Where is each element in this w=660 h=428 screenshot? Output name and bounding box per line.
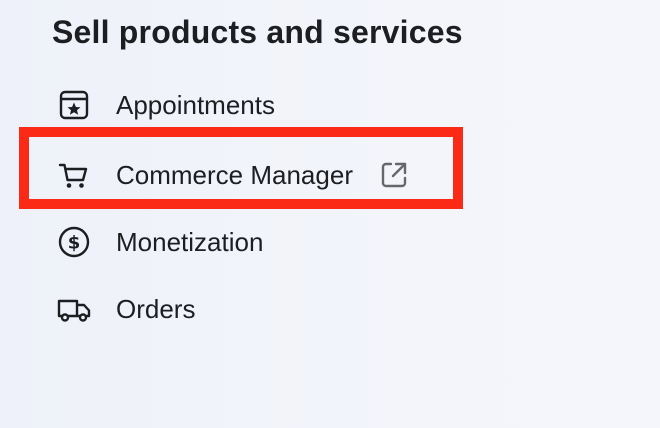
dollar-circle-icon: $ [56, 224, 92, 260]
menu-item-label: Commerce Manager [116, 159, 353, 190]
svg-text:$: $ [68, 233, 81, 254]
menu-item-label: Appointments [116, 89, 275, 120]
calendar-star-icon [56, 87, 92, 123]
external-link-icon[interactable] [379, 160, 409, 190]
section-title: Sell products and services [52, 14, 463, 50]
menu-item-monetization[interactable]: $ Monetization [56, 219, 263, 265]
shopping-cart-icon [56, 157, 92, 193]
menu-item-label: Monetization [116, 226, 264, 257]
delivery-truck-icon [56, 291, 92, 327]
menu-item-label: Orders [116, 293, 196, 324]
menu-item-orders[interactable]: Orders [56, 286, 195, 332]
menu-item-appointments[interactable]: Appointments [56, 82, 275, 128]
menu-item-commerce-manager[interactable]: Commerce Manager [56, 152, 409, 198]
sell-products-panel: Sell products and services Appointments … [0, 0, 660, 428]
